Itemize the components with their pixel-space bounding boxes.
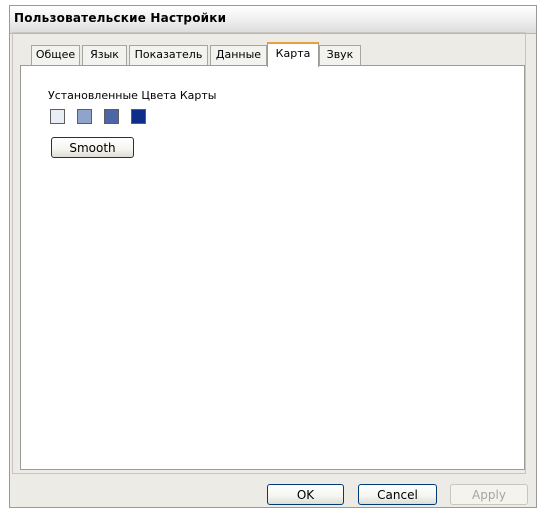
map-colors-label: Установленные Цвета Карты [48,89,217,102]
apply-button[interactable]: Apply [450,484,528,505]
window-title: Пользовательские Настройки [10,6,536,34]
ok-button[interactable]: OK [267,484,344,505]
smooth-button[interactable]: Smooth [51,137,134,158]
map-color-swatch-3[interactable] [104,109,119,124]
cancel-button[interactable]: Cancel [358,484,437,505]
map-tab-panel [20,65,525,470]
map-color-swatch-1[interactable] [50,109,65,124]
tab-map[interactable]: Карта [267,42,319,67]
map-color-swatch-4[interactable] [131,109,146,124]
map-color-swatch-2[interactable] [77,109,92,124]
